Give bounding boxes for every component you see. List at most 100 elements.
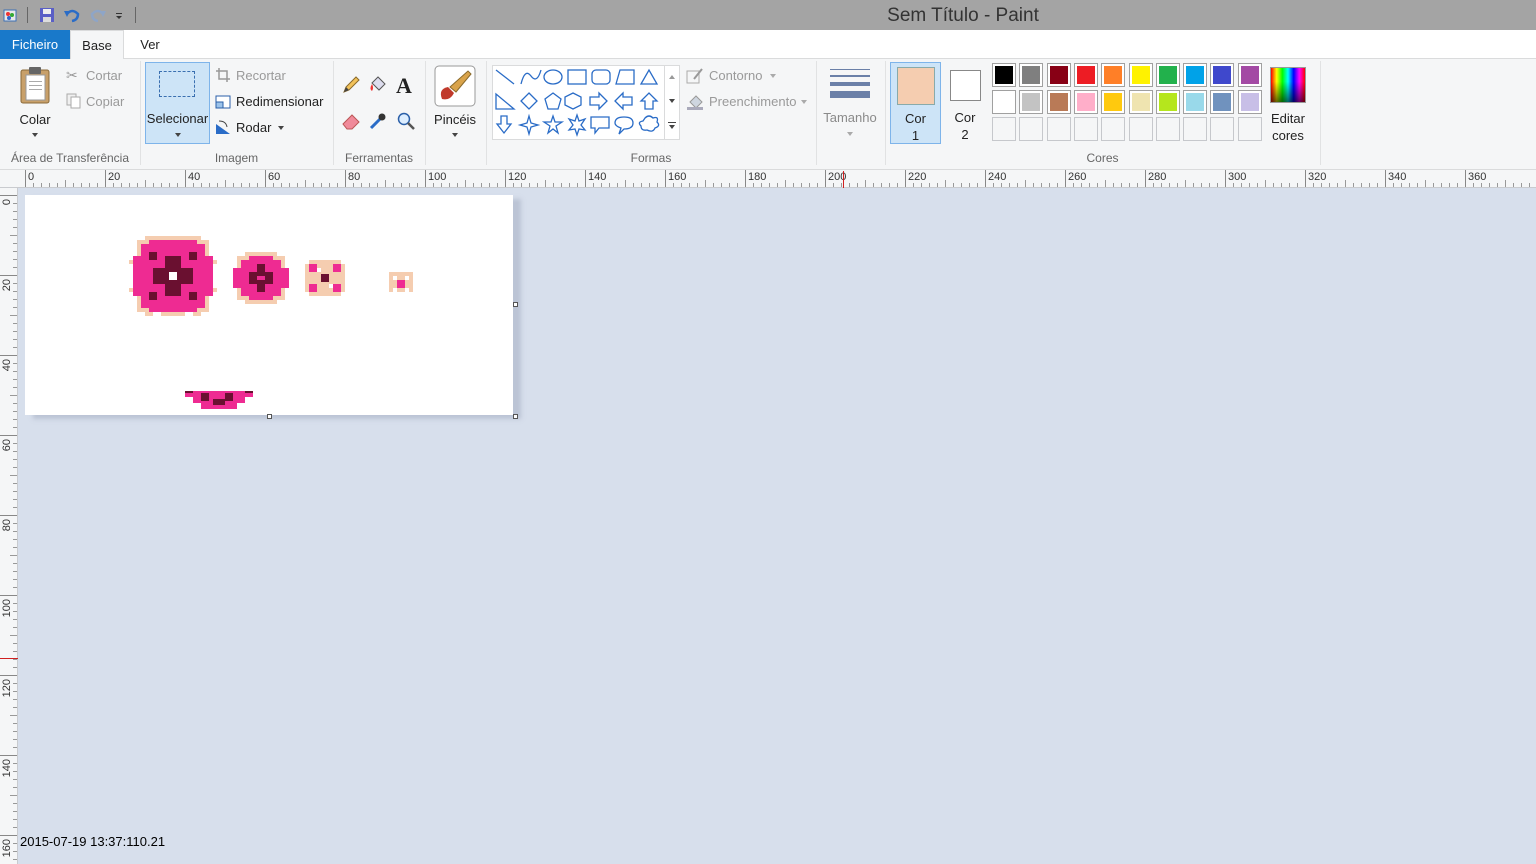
ruler-minor-tick xyxy=(361,183,362,187)
small-flower-drawing xyxy=(305,260,345,296)
edit-colors-button[interactable]: Editar cores xyxy=(1264,63,1312,145)
palette-swatch[interactable] xyxy=(1210,63,1235,87)
palette-swatch[interactable] xyxy=(1237,90,1262,114)
window-title: Sem Título - Paint xyxy=(887,5,1039,26)
ruler-minor-tick xyxy=(1169,183,1170,187)
bucket-icon[interactable] xyxy=(368,75,388,95)
palette-swatch[interactable] xyxy=(1155,90,1180,114)
palette-swatch[interactable] xyxy=(1128,63,1153,87)
select-button[interactable]: Selecionar xyxy=(145,62,210,144)
palette-swatch[interactable] xyxy=(992,90,1016,114)
ruler-minor-tick xyxy=(13,603,17,604)
ruler-minor-tick xyxy=(1137,183,1138,187)
palette-swatch[interactable] xyxy=(1128,90,1153,114)
ruler-major-tick xyxy=(265,170,266,187)
ruler-minor-tick xyxy=(13,459,17,460)
ruler-minor-tick xyxy=(1161,183,1162,187)
clipboard-group-label: Área de Transferência xyxy=(10,151,130,165)
resize-handle-corner[interactable] xyxy=(513,414,518,419)
palette-swatch[interactable] xyxy=(1019,90,1044,114)
custom-color-slot[interactable] xyxy=(1210,117,1235,141)
ruler-minor-tick xyxy=(13,723,17,724)
chevron-down-icon xyxy=(452,133,458,137)
ruler-minor-tick xyxy=(13,323,17,324)
scroll-down-icon[interactable] xyxy=(669,99,675,103)
color2-button[interactable]: Cor 2 xyxy=(945,62,985,144)
drawing-canvas[interactable] xyxy=(25,195,513,415)
ruler-major-tick xyxy=(0,435,17,436)
custom-color-slot[interactable] xyxy=(1128,117,1153,141)
custom-color-slot[interactable] xyxy=(1073,117,1098,141)
ruler-minor-tick xyxy=(921,183,922,187)
palette-swatch[interactable] xyxy=(1183,63,1208,87)
cut-label: Cortar xyxy=(86,68,123,83)
ruler-minor-tick xyxy=(977,183,978,187)
ruler-minor-tick xyxy=(1089,183,1090,187)
resize-handle-right[interactable] xyxy=(513,302,518,307)
ruler-minor-tick xyxy=(13,699,17,700)
ruler-minor-tick xyxy=(609,183,610,187)
ruler-minor-tick xyxy=(817,183,818,187)
ruler-minor-tick xyxy=(1265,180,1266,187)
palette-swatch[interactable] xyxy=(1046,63,1071,87)
palette-swatch[interactable] xyxy=(992,63,1016,87)
ruler-minor-tick xyxy=(337,183,338,187)
custom-color-slot[interactable] xyxy=(1101,117,1126,141)
eraser-icon[interactable] xyxy=(341,111,361,131)
size-button[interactable]: Tamanho xyxy=(820,63,880,145)
six-point-star-shape-icon xyxy=(567,112,587,138)
palette-swatch[interactable] xyxy=(1210,90,1235,114)
crop-label: Recortar xyxy=(236,68,286,83)
ruler-minor-tick xyxy=(753,183,754,187)
palette-swatch[interactable] xyxy=(1101,63,1126,87)
ruler-minor-tick xyxy=(13,499,17,500)
pencil-icon[interactable] xyxy=(341,75,361,95)
palette-swatch[interactable] xyxy=(1019,63,1044,87)
palette-swatch[interactable] xyxy=(1155,63,1180,87)
custom-color-slot[interactable] xyxy=(1237,117,1262,141)
color1-button[interactable]: Cor 1 xyxy=(890,62,941,144)
custom-color-slot[interactable] xyxy=(992,117,1016,141)
expand-gallery-icon[interactable] xyxy=(668,122,676,123)
ruler-minor-tick xyxy=(13,379,17,380)
palette-swatch-fill xyxy=(1240,93,1259,111)
palette-swatch[interactable] xyxy=(1183,90,1208,114)
right-triangle-shape-icon xyxy=(495,92,516,110)
ruler-minor-tick xyxy=(473,183,474,187)
cursor-y-marker xyxy=(0,658,18,659)
ruler-minor-tick xyxy=(617,183,618,187)
ruler-minor-tick xyxy=(481,183,482,187)
custom-color-slot[interactable] xyxy=(1155,117,1180,141)
custom-color-slot[interactable] xyxy=(1046,117,1071,141)
palette-swatch[interactable] xyxy=(1101,90,1126,114)
custom-color-slot[interactable] xyxy=(1019,117,1044,141)
right-arrow-shape-icon xyxy=(589,91,608,111)
ribbon: Colar ✂ Cortar Copiar Área de Transferên… xyxy=(0,59,1536,170)
paste-button[interactable]: Colar xyxy=(8,63,62,143)
five-point-star-shape-icon xyxy=(541,113,565,135)
tab-view[interactable]: Ver xyxy=(124,30,176,59)
select-label: Selecionar xyxy=(146,111,209,126)
rounded-rectangle-shape-icon xyxy=(591,69,611,85)
palette-swatch[interactable] xyxy=(1237,63,1262,87)
tab-file[interactable]: Ficheiro xyxy=(0,30,70,59)
ruler-minor-tick xyxy=(13,403,17,404)
custom-color-slot[interactable] xyxy=(1183,117,1208,141)
line-shape-icon xyxy=(495,69,515,85)
scroll-up-icon[interactable] xyxy=(669,75,675,79)
ruler-minor-tick xyxy=(153,183,154,187)
fill-icon xyxy=(687,95,703,110)
color-picker-icon[interactable] xyxy=(368,111,388,131)
palette-swatch[interactable] xyxy=(1073,90,1098,114)
palette-swatch-fill xyxy=(1158,93,1177,111)
shapes-gallery-scroll[interactable] xyxy=(664,65,680,140)
palette-swatch[interactable] xyxy=(1073,63,1098,87)
tab-home[interactable]: Base xyxy=(70,30,124,60)
text-icon[interactable]: A xyxy=(396,73,412,99)
magnifier-icon[interactable] xyxy=(396,111,416,131)
brushes-button[interactable]: Pincéis xyxy=(430,63,480,145)
ruler-minor-tick xyxy=(13,587,17,588)
palette-swatch[interactable] xyxy=(1046,90,1071,114)
ruler-major-tick xyxy=(345,170,346,187)
resize-handle-bottom[interactable] xyxy=(267,414,272,419)
